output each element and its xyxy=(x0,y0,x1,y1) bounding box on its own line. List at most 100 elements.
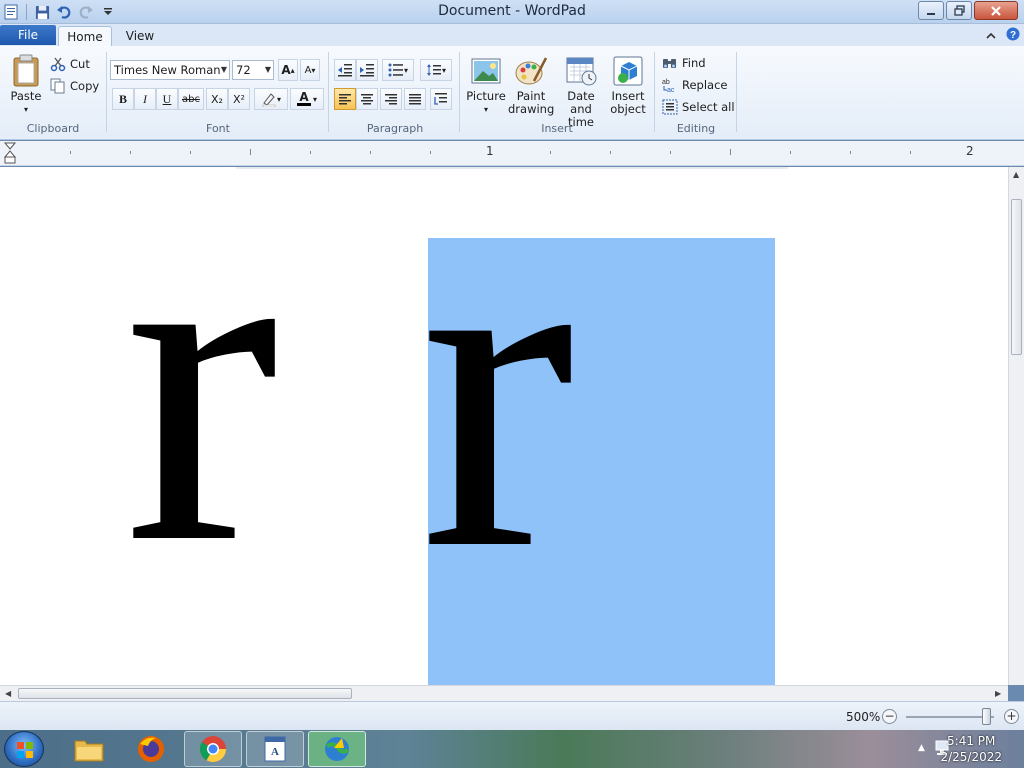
ruler-number: 1 xyxy=(486,144,494,158)
align-center-icon xyxy=(361,94,373,105)
taskbar-network-app[interactable] xyxy=(308,731,366,767)
taskbar-firefox[interactable] xyxy=(122,731,180,767)
zoom-in-button[interactable]: + xyxy=(1004,709,1019,724)
selected-character[interactable]: r xyxy=(420,167,575,620)
font-family-value: Times New Roman xyxy=(114,63,221,77)
font-family-select[interactable]: Times New Roman ▼ xyxy=(110,60,230,80)
clock[interactable]: 5:41 PM 2/25/2022 xyxy=(940,733,1002,765)
help-icon[interactable]: ? xyxy=(1006,27,1020,44)
decrease-indent-button[interactable] xyxy=(334,59,356,81)
minimize-button[interactable] xyxy=(918,1,944,20)
taskbar-chrome[interactable] xyxy=(184,731,242,767)
minimize-ribbon-icon[interactable] xyxy=(986,29,996,43)
justify-button[interactable] xyxy=(404,88,426,110)
strikethrough-button[interactable]: abc xyxy=(178,88,204,110)
paint-drawing-label: Paint drawing xyxy=(508,89,555,116)
grow-font-button[interactable]: A ▴ xyxy=(278,59,298,81)
line-spacing-icon xyxy=(426,64,441,76)
horizontal-scroll-thumb[interactable] xyxy=(18,688,352,699)
text-color-button[interactable]: A ▾ xyxy=(290,88,324,110)
document-character[interactable]: r xyxy=(124,167,279,614)
align-center-button[interactable] xyxy=(356,88,378,110)
picture-button[interactable]: Picture ▾ xyxy=(464,54,508,116)
zoom-slider-track[interactable] xyxy=(906,716,994,718)
group-divider xyxy=(328,52,329,132)
start-button[interactable] xyxy=(4,731,44,767)
show-hidden-icons-icon[interactable]: ▲ xyxy=(918,743,925,753)
close-button[interactable] xyxy=(974,1,1018,20)
paint-drawing-button[interactable]: Paint drawing xyxy=(508,54,554,116)
tab-home[interactable]: Home xyxy=(58,26,112,46)
copy-button[interactable]: Copy xyxy=(50,76,99,96)
ribbon-right-controls: ? xyxy=(986,27,1020,44)
align-left-button[interactable] xyxy=(334,88,356,110)
chevron-down-icon: ▼ xyxy=(264,65,271,74)
tab-file[interactable]: File xyxy=(0,25,56,45)
date-time-button[interactable]: Date and time xyxy=(556,54,606,129)
tab-view[interactable]: View xyxy=(116,26,164,46)
insert-object-label: Insert object xyxy=(610,89,646,116)
vertical-scroll-thumb[interactable] xyxy=(1011,199,1022,355)
text-color-icon: A xyxy=(299,90,309,104)
subscript-button[interactable]: X₂ xyxy=(206,88,228,110)
indent-marker-icon[interactable] xyxy=(4,142,16,164)
zoom-slider-thumb[interactable] xyxy=(982,708,991,725)
picture-dropdown-icon[interactable]: ▾ xyxy=(484,103,488,116)
window-controls xyxy=(918,1,1018,20)
increase-indent-button[interactable] xyxy=(356,59,378,81)
scroll-right-icon[interactable]: ▶ xyxy=(995,689,1001,698)
align-right-button[interactable] xyxy=(380,88,402,110)
picture-label: Picture xyxy=(466,89,506,103)
superscript-button[interactable]: X² xyxy=(228,88,250,110)
folder-icon xyxy=(74,740,104,762)
copy-icon xyxy=(50,78,65,94)
italic-button[interactable]: I xyxy=(134,88,156,110)
underline-button[interactable]: U xyxy=(156,88,178,110)
bold-icon: B xyxy=(118,91,127,106)
ruler[interactable]: 1 2 xyxy=(0,141,1024,166)
taskbar-wordpad[interactable]: A xyxy=(246,731,304,767)
shrink-font-button[interactable]: A ▾ xyxy=(300,59,320,81)
document-area[interactable]: r r xyxy=(0,167,1008,685)
scroll-up-icon[interactable]: ▲ xyxy=(1013,170,1019,179)
paste-dropdown-icon[interactable]: ▾ xyxy=(24,103,28,116)
select-all-icon xyxy=(662,99,678,115)
ruler-tick xyxy=(550,151,551,154)
paragraph-icon xyxy=(434,93,447,105)
editing-group: Find ab ac Replace Select all Editing xyxy=(656,48,736,136)
svg-text:ac: ac xyxy=(667,87,675,93)
font-size-select[interactable]: 72 ▼ xyxy=(232,60,274,80)
bold-button[interactable]: B xyxy=(112,88,134,110)
clock-date: 2/25/2022 xyxy=(940,750,1002,764)
taskbar-explorer[interactable] xyxy=(60,731,118,767)
highlight-color-button[interactable]: ▾ xyxy=(254,88,288,110)
svg-text:?: ? xyxy=(1010,30,1016,41)
scroll-left-icon[interactable]: ◀ xyxy=(5,689,11,698)
cut-button[interactable]: Cut xyxy=(50,54,90,74)
zoom-out-button[interactable]: − xyxy=(882,709,897,724)
insert-group-label: Insert xyxy=(541,122,573,135)
horizontal-scrollbar[interactable]: ◀ ▶ xyxy=(0,685,1008,701)
firefox-icon xyxy=(138,736,164,762)
find-button[interactable]: Find xyxy=(662,53,706,73)
align-right-icon xyxy=(385,94,397,105)
ruler-tick xyxy=(430,151,431,154)
paste-icon xyxy=(13,54,39,87)
italic-icon: I xyxy=(143,91,147,106)
paragraph-dialog-button[interactable] xyxy=(430,88,452,110)
restore-button[interactable] xyxy=(946,1,972,20)
group-divider xyxy=(106,52,107,132)
replace-button[interactable]: ab ac Replace xyxy=(662,75,728,95)
align-left-icon xyxy=(339,94,351,105)
select-all-button[interactable]: Select all xyxy=(662,97,735,117)
copy-label: Copy xyxy=(70,79,100,93)
vertical-scrollbar[interactable]: ▲ xyxy=(1008,167,1024,685)
subscript-icon: X₂ xyxy=(211,92,223,106)
line-spacing-button[interactable]: ▾ xyxy=(420,59,452,81)
paint-drawing-icon xyxy=(515,57,548,85)
chevron-down-icon: ▼ xyxy=(220,65,227,74)
insert-object-button[interactable]: Insert object xyxy=(606,54,650,116)
bullets-button[interactable]: ▾ xyxy=(382,59,414,81)
find-label: Find xyxy=(682,56,706,70)
paste-button[interactable]: Paste ▾ xyxy=(6,54,46,116)
